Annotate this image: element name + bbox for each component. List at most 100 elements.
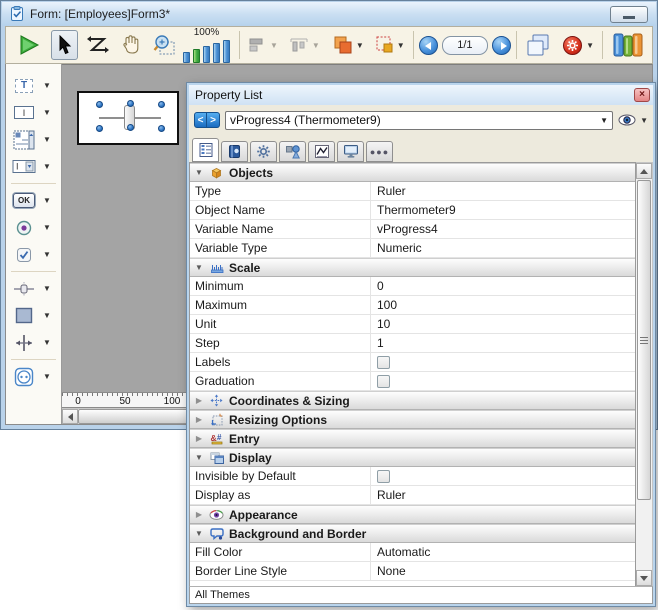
page-indicator[interactable]: 1/1 [442,36,488,55]
disclosure-triangle-icon[interactable]: ▶ [194,510,204,519]
form-area[interactable] [77,91,179,145]
vertical-scrollbar[interactable] [636,162,653,587]
row-border-line-style[interactable]: Border Line Style None [190,562,635,581]
dropdown-caret-icon[interactable]: ▼ [43,196,51,205]
section-background-border[interactable]: ▼ Background and Border [190,524,635,543]
dropdown-caret-icon[interactable]: ▼ [43,108,51,117]
dropdown-caret-icon[interactable]: ▼ [43,284,51,293]
disclosure-triangle-icon[interactable]: ▶ [194,415,204,424]
row-variable-type[interactable]: Variable Type Numeric [190,239,635,258]
disclosure-triangle-icon[interactable]: ▶ [194,396,204,405]
dropdown-caret-icon[interactable]: ▼ [43,372,51,381]
previous-page-button[interactable] [419,36,438,55]
tab-more[interactable]: ●●● [366,141,393,162]
view-options-button[interactable]: ▼ [618,114,648,126]
scroll-left-button[interactable] [62,409,78,424]
row-maximum[interactable]: Maximum 100 [190,296,635,315]
tab-book[interactable] [221,141,248,162]
titlebar[interactable]: Form: [Employees]Form3* [2,2,656,26]
zoom-bar-200[interactable] [203,46,210,63]
explorer-books-button[interactable] [608,30,648,60]
property-list-titlebar[interactable]: Property List × [189,85,653,105]
disclosure-triangle-icon[interactable]: ▼ [194,529,204,538]
levels-tool-button[interactable]: ▼ [329,30,367,60]
sidebar-tool-rectangle[interactable]: ▼ [6,302,61,329]
row-minimum[interactable]: Minimum 0 [190,277,635,296]
sidebar-tool-input[interactable]: I ▼ [6,99,61,126]
section-coordinates-sizing[interactable]: ▶ Coordinates & Sizing [190,391,635,410]
previous-object-icon[interactable]: < [194,112,207,128]
row-type[interactable]: Type Ruler [190,182,635,201]
section-objects[interactable]: ▼ Objects [190,163,635,182]
group-tool-button[interactable]: ▼ [372,30,408,60]
row-fill-color[interactable]: Fill Color Automatic [190,543,635,562]
next-object-icon[interactable]: > [207,112,220,128]
selection-handle[interactable] [127,100,134,107]
object-navigator-buttons[interactable]: <> [194,112,220,128]
hand-tool-button[interactable] [117,30,145,60]
selection-handle[interactable] [96,101,103,108]
tab-chart[interactable] [308,141,335,162]
sidebar-tool-splitter[interactable]: ▼ [6,329,61,356]
row-display-as[interactable]: Display as Ruler [190,486,635,505]
row-unit[interactable]: Unit 10 [190,315,635,334]
row-object-name[interactable]: Object Name Thermometer9 [190,201,635,220]
minimize-button[interactable] [610,6,648,23]
vscroll-thumb[interactable] [637,180,651,500]
row-invisible-by-default[interactable]: Invisible by Default [190,467,635,486]
zoom-bar-50[interactable] [183,52,190,63]
section-resizing-options[interactable]: ▶ Resizing Options [190,410,635,429]
disclosure-triangle-icon[interactable]: ▶ [194,434,204,443]
tab-shapes[interactable] [279,141,306,162]
sidebar-tool-text[interactable]: T ▼ [6,72,61,99]
scroll-up-button[interactable] [636,163,652,179]
tab-gear[interactable] [250,141,277,162]
sidebar-tool-listbox[interactable]: ▼ [6,126,61,153]
section-display[interactable]: ▼ Display [190,448,635,467]
section-appearance[interactable]: ▶ Appearance [190,505,635,524]
dropdown-caret-icon[interactable]: ▼ [43,162,51,171]
disclosure-triangle-icon[interactable]: ▼ [194,168,204,177]
sidebar-tool-radio[interactable]: ▼ [6,214,61,241]
dropdown-caret-icon[interactable]: ▼ [43,250,51,259]
row-graduation[interactable]: Graduation [190,372,635,391]
sidebar-tool-checkbox[interactable]: ▼ [6,241,61,268]
cascade-windows-button[interactable] [522,30,554,60]
run-form-button[interactable] [14,30,44,60]
tab-properties-list[interactable] [192,138,219,162]
sidebar-tool-plugin[interactable]: ▼ [6,363,61,390]
row-step[interactable]: Step 1 [190,334,635,353]
sidebar-tool-combobox[interactable]: I ▼ [6,153,61,180]
zoom-bar-400[interactable] [213,43,220,63]
row-labels[interactable]: Labels [190,353,635,372]
close-button[interactable]: × [634,88,650,102]
zoom-tool-button[interactable] [149,30,179,60]
selection-handle[interactable] [127,124,134,131]
entry-order-tool-button[interactable] [84,30,112,60]
scroll-down-button[interactable] [636,570,652,586]
next-page-button[interactable] [492,36,511,55]
dropdown-caret-icon[interactable]: ▼ [43,338,51,347]
selection-handle[interactable] [158,101,165,108]
dropdown-caret-icon[interactable]: ▼ [43,311,51,320]
row-variable-name[interactable]: Variable Name vProgress4 [190,220,635,239]
select-tool-button[interactable] [51,30,78,60]
dropdown-caret-icon[interactable]: ▼ [43,223,51,232]
badge-gear-button[interactable]: ▼ [560,30,597,60]
selection-handle[interactable] [158,125,165,132]
zoom-bar-800[interactable] [223,40,230,63]
labels-checkbox[interactable] [377,356,390,369]
disclosure-triangle-icon[interactable]: ▼ [194,263,204,272]
dropdown-caret-icon[interactable]: ▼ [43,81,51,90]
disclosure-triangle-icon[interactable]: ▼ [194,453,204,462]
zoom-bar-100-selected[interactable] [193,49,200,63]
tab-monitor[interactable] [337,141,364,162]
invisible-by-default-checkbox[interactable] [377,470,390,483]
section-scale[interactable]: ▼ Scale [190,258,635,277]
sidebar-tool-button[interactable]: OK ▼ [6,187,61,214]
section-entry[interactable]: ▶ &# Entry [190,429,635,448]
graduation-checkbox[interactable] [377,375,390,388]
selection-handle[interactable] [96,125,103,132]
sidebar-tool-slider[interactable]: ▼ [6,275,61,302]
dropdown-caret-icon[interactable]: ▼ [43,135,51,144]
